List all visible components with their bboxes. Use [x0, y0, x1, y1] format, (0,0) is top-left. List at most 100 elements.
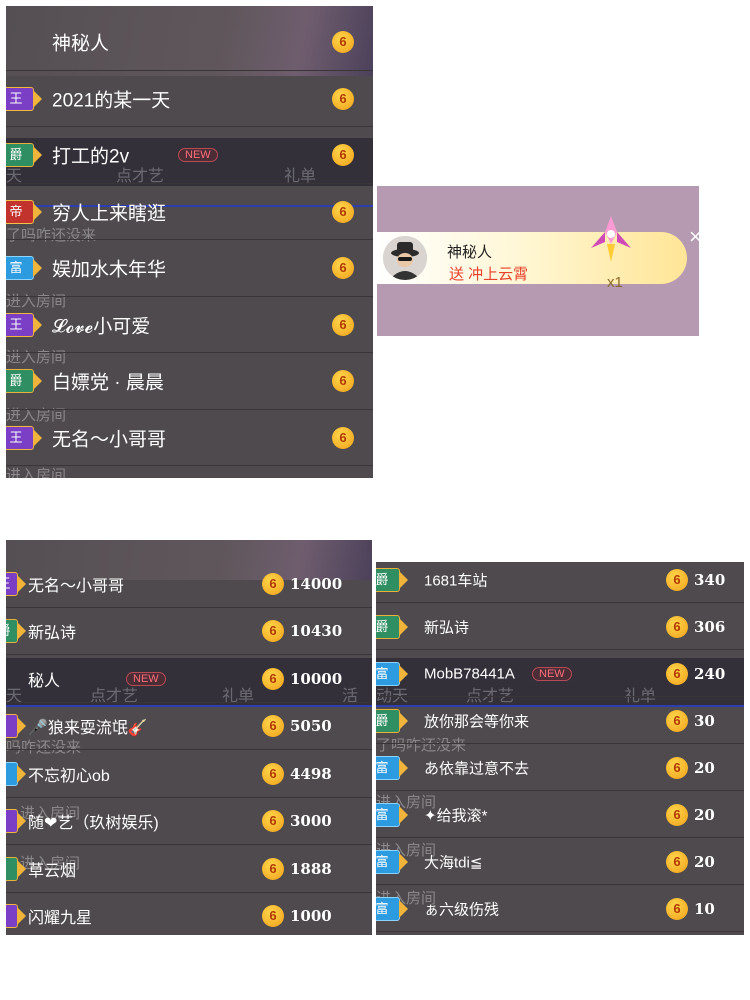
user-name: 2021的某一天 [52, 90, 171, 112]
user-name: 秘人 [28, 672, 61, 690]
coin-icon: 6 [262, 810, 284, 833]
rank-badge: 王 [6, 425, 42, 450]
row-separator [376, 931, 744, 932]
rank-badge-label: 王 [9, 90, 23, 106]
coin-icon: 6 [666, 756, 688, 779]
gift-sender-name: 神秘人 [447, 244, 493, 261]
leaderboard-row[interactable]: 王 无名～小哥哥 6 14000 [6, 560, 372, 608]
rank-badge: 爵 [376, 614, 408, 639]
contribution-value: 4498 [290, 764, 332, 783]
leaderboard-panel-top: 天 点才艺 礼单 了吗咋还没来 进入房间 进入房间 进入房间 进入房间 神秘人 6… [6, 6, 373, 478]
rank-badge: 爵 [376, 708, 408, 733]
user-name: 娱加水木年华 [52, 259, 167, 281]
rank-badge: 富 [376, 896, 408, 921]
leaderboard-row[interactable]: 富 大海tdi≦ 6 20 [376, 838, 744, 885]
leaderboard-row[interactable]: 爵 新弘诗 6 306 [376, 603, 744, 650]
leaderboard-row[interactable]: 富 ✦给我滚* 6 20 [376, 791, 744, 838]
leaderboard-row[interactable]: 草云烟 6 1888 [6, 845, 372, 893]
row-separator [6, 465, 373, 466]
contribution-value: 20 [694, 758, 715, 777]
rank-badge [6, 904, 26, 929]
coin-icon: 6 [262, 620, 284, 643]
badge-arrow-icon [17, 812, 26, 831]
user-name: 大海tdi≦ [424, 854, 483, 871]
rank-badge: 王 [6, 571, 26, 596]
coin-icon: 6 [262, 905, 284, 928]
contribution-value: 20 [694, 852, 715, 871]
coin-icon: 6 [262, 715, 284, 738]
leaderboard-row[interactable]: 爵 放你那会等你来 6 30 [376, 697, 744, 744]
leaderboard-row[interactable]: 富 娱加水木年华 6 [6, 240, 373, 297]
leaderboard-row[interactable]: 王 𝓛𝓸𝓿𝓮小可爱 6 [6, 297, 373, 353]
badge-arrow-icon [399, 570, 408, 589]
rank-badge: 富 [376, 802, 408, 827]
rank-badge: 富 [376, 755, 408, 780]
user-name: 闪耀九星 [28, 910, 93, 928]
rank-badge-label: 富 [376, 806, 389, 822]
leaderboard-row[interactable]: 闪耀九星 6 1000 [6, 893, 372, 936]
user-name: 草云烟 [28, 862, 77, 880]
coin-icon: 6 [332, 313, 354, 336]
avatar[interactable] [383, 236, 427, 280]
rank-badge-label: 富 [376, 665, 389, 681]
leaderboard-row[interactable]: 不忘初心ob 6 4498 [6, 750, 372, 798]
rank-badge-label: 爵 [376, 618, 389, 634]
leaderboard-row[interactable]: 王 无名～小哥哥 6 [6, 410, 373, 466]
leaderboard-row[interactable]: 富 MobB78441A NEW 6 240 [376, 650, 744, 697]
leaderboard-row[interactable]: 爵 打工的2v NEW 6 [6, 127, 373, 184]
leaderboard-row[interactable]: 秘人 NEW 6 10000 [6, 655, 372, 703]
badge-arrow-icon [399, 805, 408, 824]
rank-badge-label: 爵 [376, 571, 389, 587]
leaderboard-row[interactable]: 富 ぁ六级伤残 6 10 [376, 885, 744, 932]
coin-icon: 6 [666, 568, 688, 591]
rank-badge [6, 714, 26, 739]
rank-badge [6, 809, 26, 834]
rank-badge: 富 [376, 661, 408, 686]
badge-arrow-icon [399, 852, 408, 871]
rank-badge: 王 [6, 86, 42, 111]
user-name: 打工的2v [52, 146, 130, 168]
contribution-value: 10 [694, 899, 715, 918]
rank-badge: 爵 [376, 567, 408, 592]
rank-badge: 富 [6, 256, 42, 281]
rank-badge [6, 856, 26, 881]
rank-badge-label: 富 [376, 853, 389, 869]
coin-icon: 6 [262, 572, 284, 595]
leaderboard-row[interactable]: 爵 1681车站 6 340 [376, 562, 744, 603]
user-name: 神秘人 [52, 33, 110, 55]
rank-badge-label: 富 [376, 759, 389, 775]
rank-badge-label: 爵 [9, 147, 23, 163]
badge-arrow-icon [399, 617, 408, 636]
badge-arrow-icon [33, 89, 42, 108]
coin-icon: 6 [332, 87, 354, 110]
badge-arrow-icon [33, 146, 42, 165]
coin-icon: 6 [332, 257, 354, 280]
coin-icon: 6 [666, 709, 688, 732]
contribution-value: 10430 [290, 622, 343, 641]
contribution-value: 5050 [290, 717, 332, 736]
close-icon[interactable]: × [689, 224, 699, 250]
leaderboard-row[interactable]: 神秘人 6 [6, 14, 373, 71]
leaderboard-row[interactable]: 王 2021的某一天 6 [6, 71, 373, 127]
coin-icon: 6 [666, 662, 688, 685]
rank-badge-label: 爵 [9, 373, 23, 389]
leaderboard-row[interactable]: 爵 新弘诗 6 10430 [6, 608, 372, 655]
contribution-value: 10000 [290, 669, 343, 688]
leaderboard-row[interactable]: 帝 穷人上来瞎逛 6 [6, 184, 373, 240]
badge-arrow-icon [17, 907, 26, 926]
contribution-value: 240 [694, 664, 726, 683]
coin-icon: 6 [332, 200, 354, 223]
leaderboard-row[interactable]: 随❤艺（玖树娱乐) 6 3000 [6, 798, 372, 845]
rank-badge: 爵 [6, 369, 42, 394]
leaderboard-row[interactable]: 富 あ依靠过意不去 6 20 [376, 744, 744, 791]
rank-badge-label: 帝 [9, 203, 23, 219]
gift-action-text: 送 冲上云霄 [449, 266, 529, 283]
leaderboard-row[interactable]: 爵 白嫖党 · 晨晨 6 [6, 353, 373, 410]
rank-badge-label: 爵 [6, 623, 11, 638]
user-name: 1681车站 [424, 572, 488, 589]
badge-arrow-icon [17, 859, 26, 878]
coin-icon: 6 [332, 144, 354, 167]
contribution-value: 1888 [290, 859, 332, 878]
leaderboard-row[interactable]: 🎤狼来耍流氓🎸 6 5050 [6, 703, 372, 750]
new-badge: NEW [178, 148, 218, 163]
